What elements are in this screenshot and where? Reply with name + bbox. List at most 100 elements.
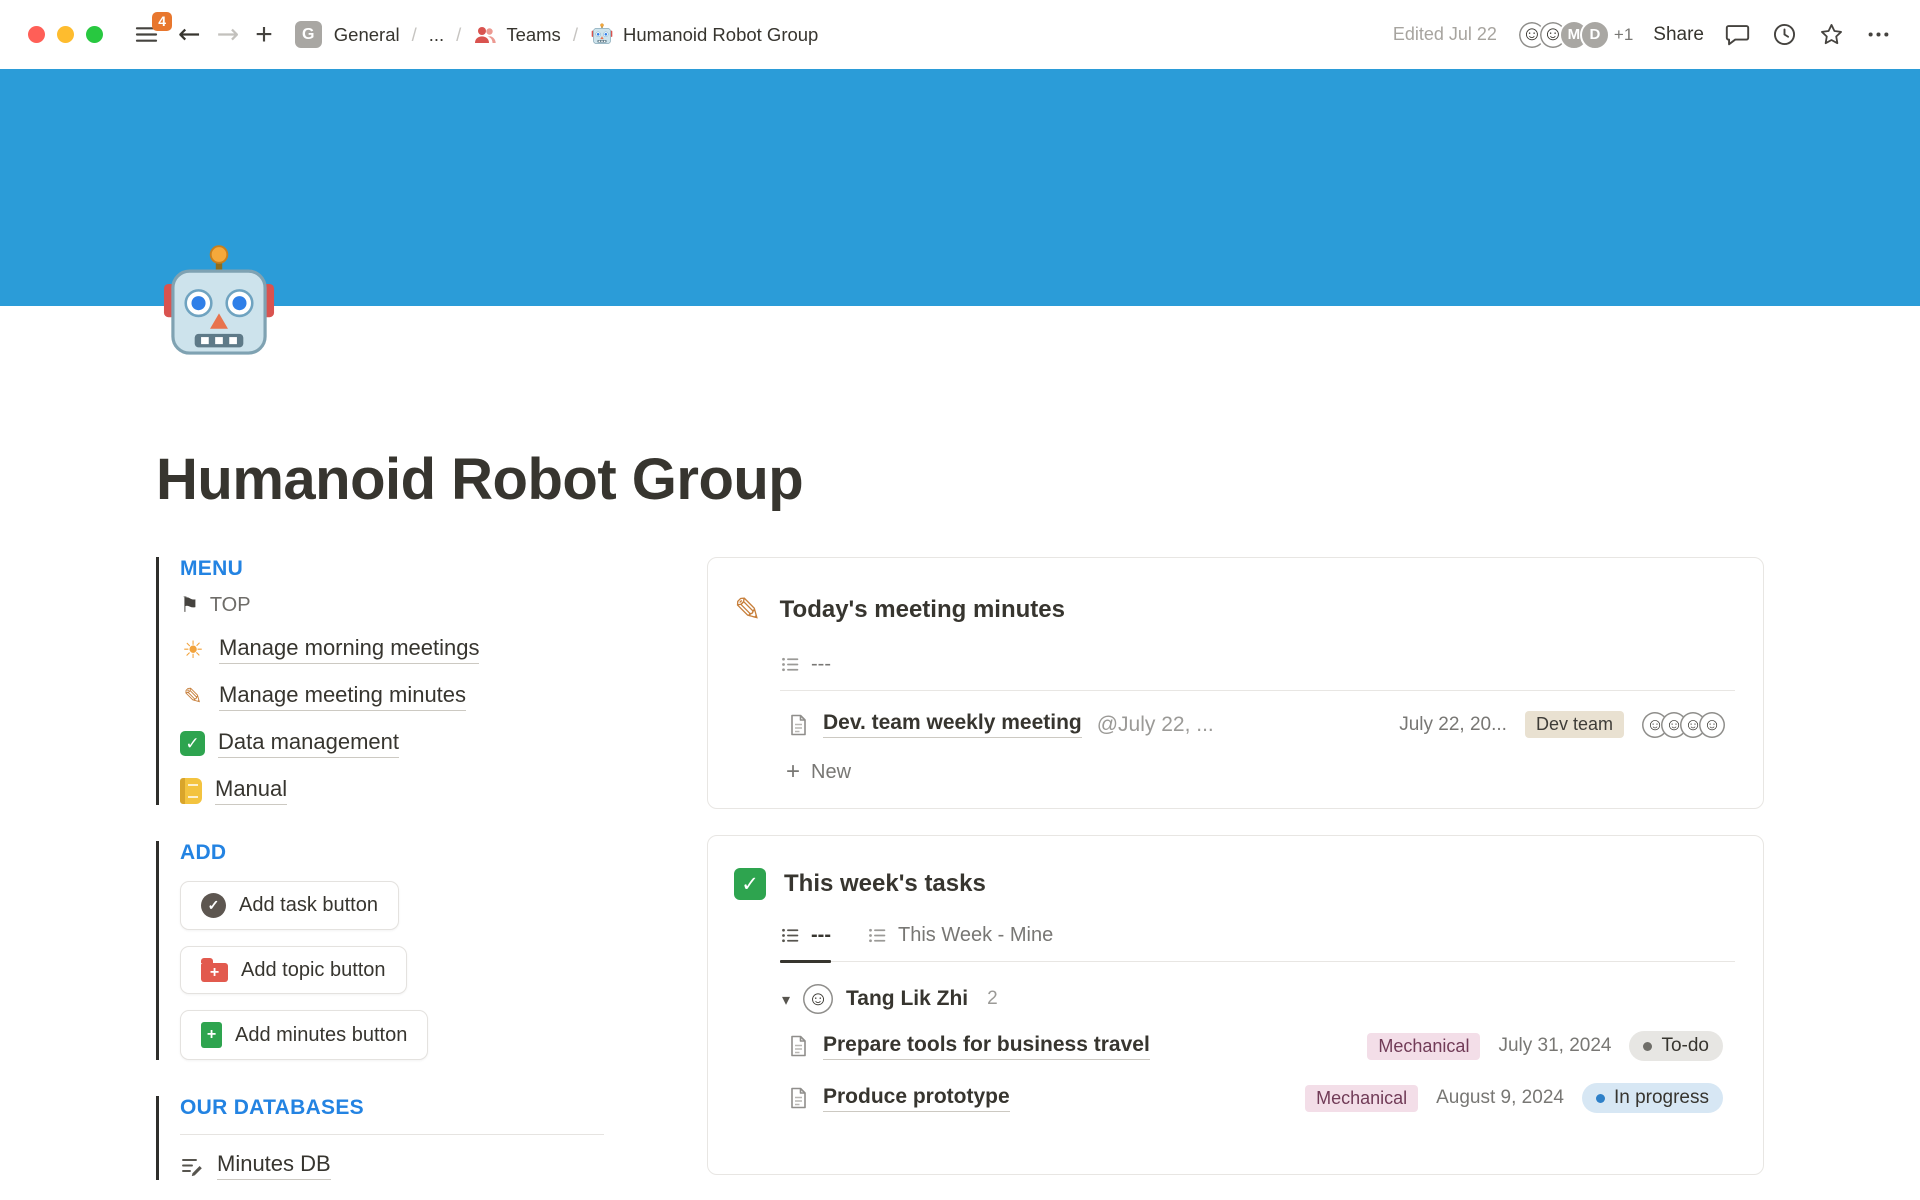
check-mark-icon: ✓ (180, 731, 205, 756)
writing-hand-icon: ✎ (180, 684, 206, 710)
task-title-link[interactable]: Produce prototype (823, 1085, 1010, 1112)
breadcrumb-separator: / (456, 24, 461, 46)
assignee-avatar: ☺ (803, 984, 833, 1014)
minimize-window-button[interactable] (57, 26, 74, 43)
flag-icon: ⚑ (180, 593, 199, 617)
tasks-view-tabs: --- This Week - Mine (780, 924, 1735, 962)
workspace-badge[interactable]: G (295, 21, 322, 48)
tasks-view-tab-all[interactable]: --- (780, 924, 831, 961)
favorite-button[interactable] (1818, 21, 1845, 48)
add-task-button[interactable]: ✓ Add task button (180, 881, 399, 930)
check-mark-icon: ✓ (734, 868, 766, 900)
notification-badge: 4 (152, 12, 172, 31)
back-button[interactable]: ← (178, 19, 201, 50)
minutes-view-tabs: --- (780, 653, 1735, 691)
menu-section: MENU ⚑ TOP ☀ Manage morning meetings ✎ M… (156, 557, 707, 805)
minutes-card-title[interactable]: Today's meeting minutes (780, 596, 1065, 624)
menu-item-meeting-minutes[interactable]: ✎ Manage meeting minutes (180, 682, 707, 711)
breadcrumb-workspace[interactable]: General (334, 24, 400, 46)
star-icon (1818, 21, 1845, 48)
attendee-avatars: ☺ ☺ ☺ ☺ (1642, 712, 1725, 738)
avatar-overflow-count[interactable]: +1 (1614, 25, 1633, 45)
window-topbar: 4 ← → + G General / ... / Teams / Humano… (0, 0, 1920, 69)
ellipsis-icon (1865, 21, 1892, 48)
add-minutes-button[interactable]: Add minutes button (180, 1010, 428, 1060)
ledger-icon (180, 778, 202, 804)
share-button[interactable]: Share (1653, 24, 1704, 46)
status-dot (1643, 1042, 1652, 1051)
list-view-icon (780, 925, 801, 946)
edited-timestamp: Edited Jul 22 (1393, 24, 1497, 45)
forward-button[interactable]: → (217, 19, 240, 50)
avatar: ☺ (1699, 712, 1725, 738)
task-check-icon: ✓ (201, 893, 226, 918)
comments-button[interactable] (1724, 21, 1751, 48)
new-page-button[interactable]: + (255, 20, 273, 50)
databases-section: OUR DATABASES Minutes DB (156, 1096, 707, 1180)
category-tag: Mechanical (1305, 1085, 1418, 1112)
minutes-db-link[interactable]: Minutes DB (180, 1151, 707, 1180)
team-tag: Dev team (1525, 711, 1624, 738)
due-date: August 9, 2024 (1436, 1087, 1564, 1109)
clock-icon (1771, 21, 1798, 48)
left-column: MENU ⚑ TOP ☀ Manage morning meetings ✎ M… (156, 557, 707, 1200)
sun-icon: ☀ (180, 636, 206, 664)
teams-people-icon (473, 23, 497, 47)
weekly-tasks-card: ✓ This week's tasks --- This Week - Mine (707, 835, 1764, 1175)
page-title[interactable]: Humanoid Robot Group (156, 446, 1764, 513)
due-date: July 31, 2024 (1498, 1035, 1611, 1057)
meeting-minutes-card: ✎ Today's meeting minutes --- Dev. (707, 557, 1764, 809)
robot-icon (590, 23, 614, 47)
new-meeting-button[interactable]: + New (780, 750, 1735, 808)
status-badge: In progress (1582, 1083, 1723, 1113)
task-row: Produce prototype Mechanical August 9, 2… (780, 1072, 1735, 1124)
assignee-name: Tang Lik Zhi (846, 987, 968, 1011)
zoom-window-button[interactable] (86, 26, 103, 43)
avatar[interactable]: D (1580, 20, 1610, 50)
sidebar-toggle-button[interactable]: 4 (133, 21, 160, 48)
breadcrumb-current-page[interactable]: Humanoid Robot Group (590, 23, 818, 47)
green-doc-icon (201, 1022, 222, 1048)
more-options-button[interactable] (1865, 21, 1892, 48)
menu-item-morning-meetings[interactable]: ☀ Manage morning meetings (180, 635, 707, 664)
meeting-title-link[interactable]: Dev. team weekly meeting (823, 711, 1082, 738)
plus-icon: + (786, 760, 800, 784)
collapse-triangle-icon[interactable]: ▾ (782, 990, 790, 1009)
window-controls (28, 26, 103, 43)
page-icon (786, 1034, 810, 1058)
meeting-row: Dev. team weekly meeting @July 22, ... J… (780, 691, 1735, 750)
menu-item-manual[interactable]: Manual (180, 776, 707, 805)
tasks-view-tab-mine[interactable]: This Week - Mine (867, 924, 1053, 961)
page-robot-icon[interactable] (155, 243, 283, 371)
page-icon (786, 713, 810, 737)
page-cover (0, 69, 1920, 306)
list-view-icon (780, 654, 801, 675)
chat-icon (1724, 21, 1751, 48)
right-column: ✎ Today's meeting minutes --- Dev. (707, 557, 1764, 1200)
list-view-icon (867, 925, 888, 946)
breadcrumb-collapsed[interactable]: ... (429, 24, 444, 46)
writing-hand-icon: ✎ (734, 590, 762, 629)
minutes-view-tab[interactable]: --- (780, 653, 831, 690)
breadcrumb-separator: / (412, 24, 417, 46)
add-section: ADD ✓ Add task button Add topic button (156, 841, 707, 1060)
status-dot (1596, 1094, 1605, 1103)
status-badge: To-do (1629, 1031, 1723, 1061)
task-title-link[interactable]: Prepare tools for business travel (823, 1033, 1150, 1060)
menu-heading: MENU (180, 557, 707, 581)
add-topic-button[interactable]: Add topic button (180, 946, 407, 994)
menu-item-data-management[interactable]: ✓ Data management (180, 729, 707, 758)
task-row: Prepare tools for business travel Mechan… (780, 1020, 1735, 1072)
assignee-group-row: ▾ ☺ Tang Lik Zhi 2 (780, 984, 1735, 1014)
databases-heading: OUR DATABASES (180, 1096, 707, 1120)
updates-button[interactable] (1771, 21, 1798, 48)
page-icon (786, 1086, 810, 1110)
tasks-card-title[interactable]: This week's tasks (784, 870, 986, 898)
page-body: Humanoid Robot Group MENU ⚑ TOP ☀ Manage… (0, 446, 1920, 1200)
close-window-button[interactable] (28, 26, 45, 43)
breadcrumb: G General / ... / Teams / Humanoid Robot… (295, 21, 819, 48)
breadcrumb-teams[interactable]: Teams (473, 23, 561, 47)
list-pencil-icon (180, 1154, 204, 1178)
top-link[interactable]: ⚑ TOP (180, 593, 707, 617)
divider (180, 1134, 604, 1135)
